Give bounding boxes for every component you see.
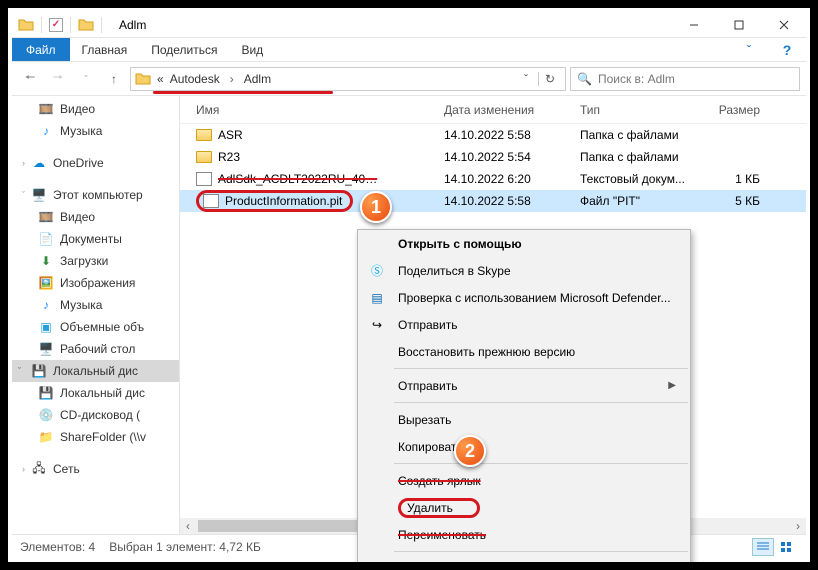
nav-3dobjects[interactable]: ▣Объемные объ (12, 316, 179, 338)
maximize-button[interactable] (716, 12, 761, 38)
breadcrumb-p1[interactable]: Autodesk (170, 72, 220, 86)
status-count: Элементов: 4 (20, 540, 95, 554)
folder-icon (135, 71, 151, 87)
nav-sharefolder[interactable]: 📁ShareFolder (\\v (12, 426, 179, 448)
ctx-sendto[interactable]: Отправить▶ (358, 372, 690, 399)
view-large-button[interactable] (776, 538, 798, 556)
forward-button[interactable]: 🠖 (46, 67, 70, 91)
ribbon: Файл Главная Поделиться Вид ˇ ? (12, 38, 806, 62)
nav-music2[interactable]: ♪Музыка (12, 294, 179, 316)
ctx-skype[interactable]: ⓈПоделиться в Skype (358, 257, 690, 284)
chevron-right-icon: ▶ (668, 380, 676, 391)
tab-home[interactable]: Главная (70, 38, 140, 61)
table-row-selected[interactable]: ProductInformation.pit 14.10.2022 5:58 Ф… (180, 190, 806, 212)
ctx-open-with[interactable]: Открыть с помощью (358, 230, 690, 257)
nav-videos[interactable]: 🎞️Видео (12, 98, 179, 120)
table-row[interactable]: R23 14.10.2022 5:54 Папка с файлами (180, 146, 806, 168)
scroll-left-icon[interactable]: ‹ (180, 518, 196, 534)
file-icon (196, 172, 212, 186)
nav-videos2[interactable]: 🎞️Видео (12, 206, 179, 228)
up-button[interactable]: ↑ (102, 67, 126, 91)
qat-checkbox[interactable]: ✓ (49, 18, 63, 32)
column-headers[interactable]: Имя Дата изменения Тип Размер (180, 96, 806, 124)
col-name[interactable]: Имя (188, 103, 436, 117)
breadcrumb-sep: › (226, 72, 238, 86)
refresh-button[interactable]: ↻ (538, 72, 561, 86)
scroll-right-icon[interactable]: › (790, 518, 806, 534)
highlight-underline (153, 91, 333, 94)
nav-network[interactable]: ›🖧Сеть (12, 458, 179, 480)
table-row[interactable]: AdlSdk_ACDLT2022RU_40… 14.10.2022 6:20 Т… (180, 168, 806, 190)
address-bar[interactable]: « Autodesk › Adlm ˇ ↻ (130, 67, 566, 91)
nav-documents[interactable]: 📄Документы (12, 228, 179, 250)
highlighted-file: ProductInformation.pit (196, 190, 353, 212)
folder-icon (78, 17, 94, 33)
minimize-button[interactable] (671, 12, 716, 38)
search-placeholder: Поиск в: Adlm (598, 72, 675, 86)
ctx-defender[interactable]: ▤Проверка с использованием Microsoft Def… (358, 284, 690, 311)
table-row[interactable]: ASR 14.10.2022 5:58 Папка с файлами (180, 124, 806, 146)
ctx-copy[interactable]: Копировать (358, 433, 690, 460)
breadcrumb-p2[interactable]: Adlm (244, 72, 271, 86)
search-input[interactable]: 🔍 Поиск в: Adlm (570, 67, 800, 91)
tab-share[interactable]: Поделиться (139, 38, 229, 61)
window-title: Adlm (119, 18, 146, 32)
folder-icon (18, 17, 34, 33)
nav-music[interactable]: ♪Музыка (12, 120, 179, 142)
callout-2: 2 (454, 435, 486, 467)
ctx-cut[interactable]: Вырезать (358, 406, 690, 433)
ctx-properties[interactable]: Свойства (358, 555, 690, 570)
recent-dropdown[interactable]: ˇ (74, 67, 98, 91)
status-selected: Выбран 1 элемент: 4,72 КБ (109, 540, 261, 554)
folder-icon (196, 151, 212, 163)
ctx-shortcut[interactable]: Создать ярлык (358, 467, 690, 494)
nav-cddrive[interactable]: 💿CD-дисковод ( (12, 404, 179, 426)
ctx-share[interactable]: ↪Отправить (358, 311, 690, 338)
tab-view[interactable]: Вид (229, 38, 275, 61)
nav-desktop[interactable]: 🖥️Рабочий стол (12, 338, 179, 360)
col-size[interactable]: Размер (708, 103, 768, 117)
breadcrumb-prefix: « (157, 72, 164, 86)
nav-localdisk[interactable]: ˇ💾Локальный дис (12, 360, 179, 382)
nav-pane[interactable]: 🎞️Видео ♪Музыка ›☁OneDrive ˇ🖥️Этот компь… (12, 96, 180, 534)
nav-localdisk2[interactable]: 💾Локальный дис (12, 382, 179, 404)
col-date[interactable]: Дата изменения (436, 103, 572, 117)
ctx-delete[interactable]: Удалить (358, 494, 690, 521)
titlebar: ✓ Adlm (12, 12, 806, 38)
file-tab[interactable]: Файл (12, 38, 70, 61)
share-icon: ↪ (368, 316, 386, 334)
search-icon: 🔍 (577, 72, 592, 86)
highlighted-delete: Удалить (398, 498, 480, 518)
help-button[interactable]: ? (768, 38, 806, 61)
context-menu: Открыть с помощью ⓈПоделиться в Skype ▤П… (357, 229, 691, 570)
back-button[interactable]: 🠔 (18, 67, 42, 91)
callout-1: 1 (360, 191, 392, 223)
shield-icon: ▤ (368, 289, 386, 307)
view-details-button[interactable] (752, 538, 774, 556)
close-button[interactable] (761, 12, 806, 38)
col-type[interactable]: Тип (572, 103, 708, 117)
nav-onedrive[interactable]: ›☁OneDrive (12, 152, 179, 174)
addr-dropdown[interactable]: ˇ (520, 72, 532, 86)
ctx-rename[interactable]: Переименовать (358, 521, 690, 548)
file-icon (203, 194, 219, 208)
folder-icon (196, 129, 212, 141)
ctx-restore[interactable]: Восстановить прежнюю версию (358, 338, 690, 365)
ribbon-toggle[interactable]: ˇ (730, 38, 768, 61)
address-row: 🠔 🠖 ˇ ↑ « Autodesk › Adlm ˇ ↻ 🔍 Поиск в:… (12, 62, 806, 96)
nav-thispc[interactable]: ˇ🖥️Этот компьютер (12, 184, 179, 206)
skype-icon: Ⓢ (368, 262, 386, 280)
nav-downloads[interactable]: ⬇Загрузки (12, 250, 179, 272)
nav-pictures[interactable]: 🖼️Изображения (12, 272, 179, 294)
